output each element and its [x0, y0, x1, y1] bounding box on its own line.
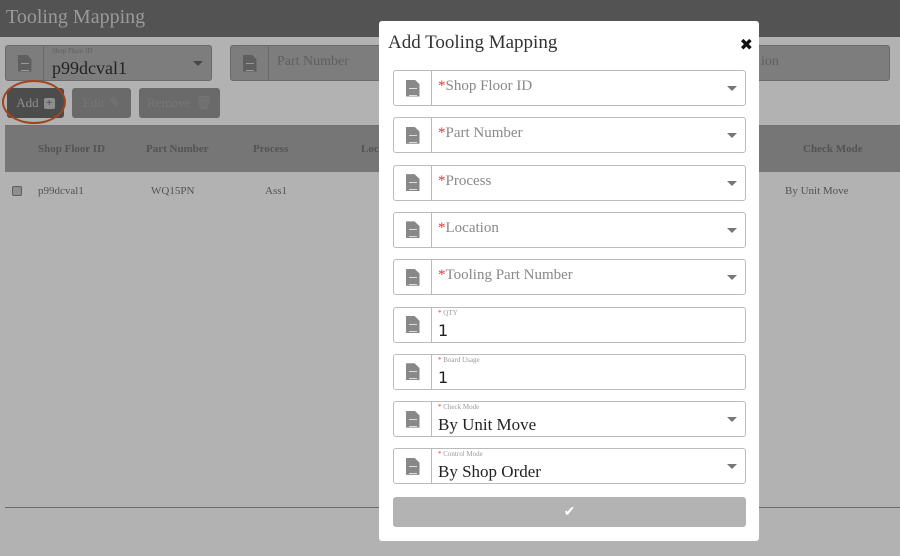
chevron-down-icon [727, 180, 737, 186]
chevron-down-icon [727, 133, 737, 139]
document-icon [405, 268, 420, 286]
chevron-down-icon [727, 227, 737, 233]
field-board-usage[interactable]: * Board Usage 1 [393, 353, 746, 390]
field-value: By Unit Move [438, 415, 537, 435]
field-placeholder: *Tooling Part Number [438, 267, 573, 284]
document-icon [405, 79, 420, 97]
field-label: * Control Mode [438, 450, 483, 459]
dialog-title: Add Tooling Mapping [388, 32, 558, 53]
field-control-mode[interactable]: * Control Mode By Shop Order [393, 448, 746, 485]
check-icon: ✔ [563, 504, 576, 520]
chevron-down-icon [727, 275, 737, 281]
field-placeholder: *Shop Floor ID [438, 78, 533, 94]
field-label: * QTY [438, 308, 458, 317]
field-label: * Check Mode [438, 403, 480, 412]
add-tooling-mapping-dialog: Add Tooling Mapping ✖ *Shop Floor ID *Par… [379, 21, 759, 541]
field-value: By Shop Order [438, 462, 541, 482]
document-icon [405, 221, 420, 239]
field-part-number[interactable]: *Part Number [393, 117, 746, 154]
document-icon [405, 410, 420, 428]
submit-button[interactable]: ✔ [393, 497, 746, 527]
document-icon [405, 174, 420, 192]
document-icon [405, 457, 420, 475]
document-icon [405, 126, 420, 144]
field-placeholder: *Location [438, 219, 499, 236]
field-tooling-part-number[interactable]: *Tooling Part Number [393, 259, 746, 296]
document-icon [405, 363, 420, 381]
close-icon[interactable]: ✖ [740, 35, 753, 54]
field-process[interactable]: *Process [393, 164, 746, 201]
chevron-down-icon [727, 86, 737, 91]
document-icon [405, 316, 420, 333]
field-label: * Board Usage [438, 355, 480, 364]
field-placeholder: *Part Number [438, 125, 523, 142]
chevron-down-icon [727, 417, 737, 423]
field-check-mode[interactable]: * Check Mode By Unit Move [393, 401, 746, 438]
field-value: 1 [438, 320, 449, 340]
field-qty[interactable]: * QTY 1 [393, 306, 746, 343]
chevron-down-icon [727, 464, 737, 470]
field-shop-floor-id[interactable]: *Shop Floor ID [393, 70, 746, 106]
field-placeholder: *Process [438, 172, 492, 189]
field-location[interactable]: *Location [393, 211, 746, 248]
field-value: 1 [438, 367, 449, 387]
